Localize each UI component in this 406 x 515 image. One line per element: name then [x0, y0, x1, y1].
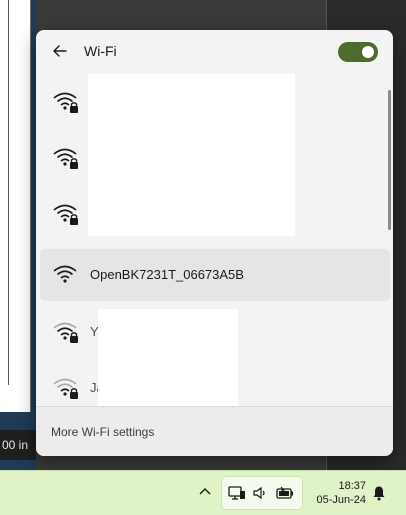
document-border — [8, 0, 9, 385]
back-arrow-icon — [53, 45, 67, 57]
battery-icon — [276, 486, 293, 499]
chevron-up-icon — [199, 488, 211, 495]
back-button[interactable] — [50, 41, 70, 61]
redacted-area — [98, 309, 238, 406]
clock-date: 05-Jun-24 — [316, 494, 366, 506]
notification-bell-icon[interactable] — [371, 485, 387, 501]
redacted-area — [88, 74, 295, 236]
flyout-header: Wi-Fi — [36, 30, 393, 74]
list-scrollbar[interactable] — [388, 90, 391, 230]
speaker-icon — [253, 486, 265, 500]
wifi-toggle[interactable] — [338, 42, 378, 62]
wifi-locked-icon — [53, 92, 78, 113]
quick-settings-button[interactable] — [221, 476, 303, 510]
show-hidden-icons-button[interactable] — [197, 482, 213, 502]
wifi-locked-icon — [53, 204, 78, 225]
clock[interactable]: 18:37 05-Jun-24 — [306, 479, 366, 507]
more-wifi-settings-link[interactable]: More Wi-Fi settings — [51, 425, 154, 439]
wifi-flyout: Wi-Fi OpenBK7231T_06673A5B Ja More Wi-Fi… — [36, 30, 393, 456]
clock-time: 18:37 — [338, 480, 366, 492]
background-document — [0, 0, 31, 412]
network-list[interactable]: OpenBK7231T_06673A5B Yo — [36, 74, 393, 406]
wifi-locked-icon — [53, 148, 78, 169]
taskbar: 18:37 05-Jun-24 — [0, 470, 406, 515]
background-status-text: 00 in — [0, 430, 36, 460]
flyout-title: Wi-Fi — [84, 43, 117, 59]
flyout-footer: More Wi-Fi settings — [36, 406, 393, 456]
wifi-weak-locked-icon — [53, 378, 78, 399]
wifi-weak-locked-icon — [53, 322, 78, 343]
network-name: OpenBK7231T_06673A5B — [90, 267, 244, 282]
network-item-active[interactable]: OpenBK7231T_06673A5B — [40, 249, 390, 301]
network-icon — [228, 486, 245, 500]
wifi-icon — [53, 265, 77, 283]
toggle-knob — [362, 46, 374, 58]
